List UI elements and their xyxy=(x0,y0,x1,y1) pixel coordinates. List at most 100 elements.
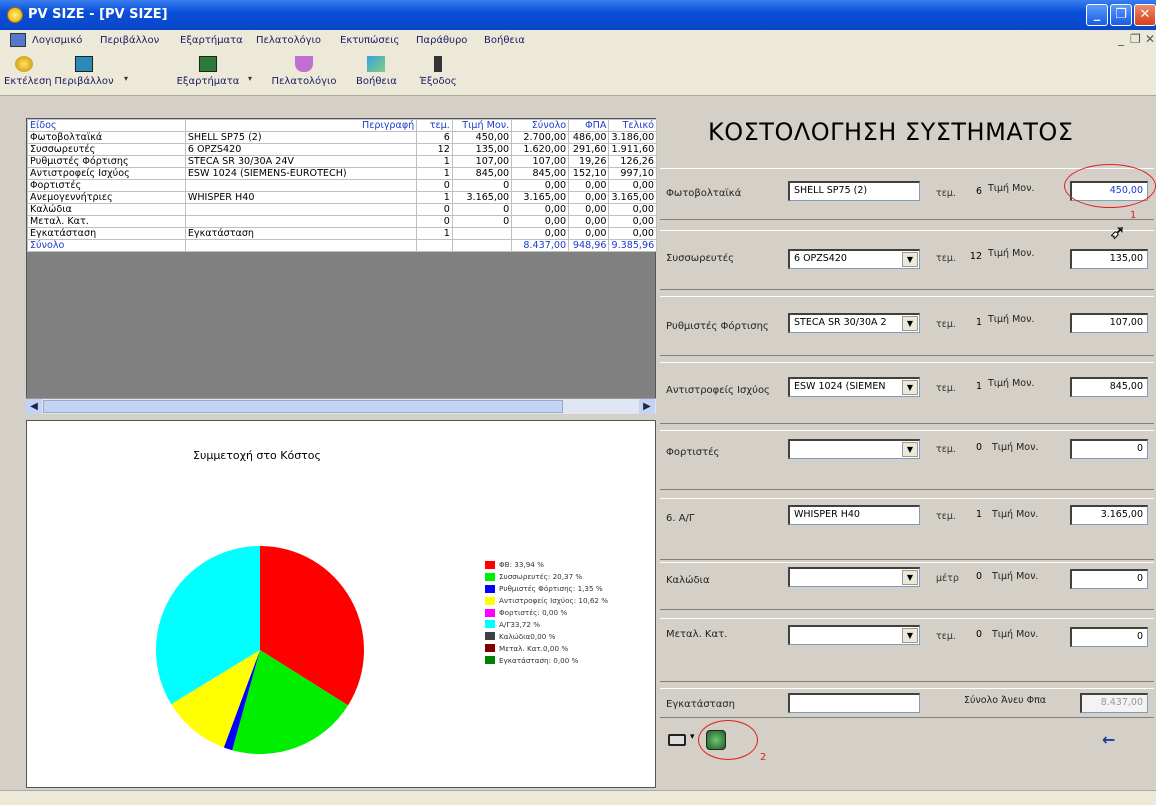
menu-parts[interactable]: Εξαρτήματα xyxy=(180,35,243,46)
pv-qty[interactable]: 6 xyxy=(960,186,982,197)
clients-button[interactable]: Πελατολόγιο xyxy=(268,56,340,87)
table-row[interactable]: Μεταλ. Κατ. 0 0 0,00 0,00 0,00 xyxy=(27,215,657,228)
chevron-down-icon[interactable]: ▾ xyxy=(690,732,695,742)
regulators-model-value: STECA SR 30/30A 2 xyxy=(794,317,887,328)
parts-label: Εξαρτήματα xyxy=(176,76,240,87)
maximize-icon[interactable]: ❐ xyxy=(1110,4,1132,26)
scroll-right-icon[interactable]: ▶ xyxy=(639,399,655,414)
chevron-down-icon[interactable]: ▼ xyxy=(902,628,918,643)
total-no-vat-field: 8.437,00 xyxy=(1080,693,1148,713)
inverters-price-field[interactable]: 845,00 xyxy=(1070,377,1148,397)
wind-model-field[interactable]: WHISPER H40 xyxy=(788,505,920,525)
menu-environment[interactable]: Περιβάλλον xyxy=(100,35,159,46)
batteries-qty[interactable]: 12 xyxy=(960,251,982,262)
mdi-restore-icon[interactable]: ❐ xyxy=(1130,32,1141,46)
batteries-label: Συσσωρευτές xyxy=(666,253,734,264)
cables-qty[interactable]: 0 xyxy=(960,571,982,582)
help-button[interactable]: Βοήθεια xyxy=(356,56,397,87)
environment-button[interactable]: Περιβάλλον ▾ xyxy=(52,56,128,87)
table-row[interactable]: Φορτιστές 0 0 0,00 0,00 0,00 xyxy=(27,179,657,192)
menu-help[interactable]: Βοήθεια xyxy=(484,35,525,46)
legend-label: Αντιστροφείς Ισχύος: 10,62 % xyxy=(499,596,609,606)
horizontal-scrollbar[interactable]: ◀ ▶ xyxy=(26,398,656,414)
table-row[interactable]: Ρυθμιστές Φόρτισης STECA SR 30/30A 24V 1 10… xyxy=(27,155,657,168)
legend-swatch xyxy=(485,608,495,617)
printer-icon[interactable] xyxy=(668,734,686,746)
menu-window[interactable]: Παράθυρο xyxy=(416,35,467,46)
parts-button[interactable]: Εξαρτήματα ▾ xyxy=(176,56,252,87)
menu-clients[interactable]: Πελατολόγιο xyxy=(256,35,321,46)
inverters-qty[interactable]: 1 xyxy=(960,381,982,392)
metal-price-field[interactable]: 0 xyxy=(1070,627,1148,647)
grid-header[interactable]: Σύνολο xyxy=(511,119,570,132)
legend-label: Συσσωρευτές: 20,37 % xyxy=(499,572,583,582)
close-icon[interactable]: ✕ xyxy=(1134,4,1156,26)
grid-cell: 0,00 xyxy=(568,227,610,240)
metal-qty[interactable]: 0 xyxy=(960,629,982,640)
toolbar: Εκτέλεση Περιβάλλον ▾ Εξαρτήματα ▾ Πελατ… xyxy=(0,52,1156,96)
chevron-down-icon[interactable]: ▾ xyxy=(124,74,128,83)
grid-cell: STECA SR 30/30A 24V xyxy=(184,155,418,168)
grid-header[interactable]: Τιμή Μον. xyxy=(451,119,513,132)
cables-price-field[interactable]: 0 xyxy=(1070,569,1148,589)
run-button[interactable]: Εκτέλεση xyxy=(4,56,52,87)
cables-model-combo[interactable]: ▼ xyxy=(788,567,920,587)
window-title: PV SIZE - [PV SIZE] xyxy=(28,7,168,22)
mdi-minimize-icon[interactable]: _ xyxy=(1118,32,1124,46)
pv-model-field[interactable]: SHELL SP75 (2) xyxy=(788,181,920,201)
grid-header[interactable]: Είδος xyxy=(27,119,186,132)
chargers-unit: τεμ. xyxy=(936,444,956,455)
cost-share-chart: Συμμετοχή στο Κόστος ΦΒ: 33,94 % Συσσωρευ… xyxy=(26,420,656,788)
grid-header[interactable]: Περιγραφή xyxy=(184,119,418,132)
grid-cell: 0,00 xyxy=(608,179,657,192)
grid-header[interactable]: ΦΠΑ xyxy=(568,119,610,132)
regulators-model-combo[interactable]: STECA SR 30/30A 2 ▼ xyxy=(788,313,920,333)
batteries-price-label: Τιμή Μον. xyxy=(988,248,1035,259)
batteries-price-field[interactable]: 135,00 xyxy=(1070,249,1148,269)
chevron-down-icon[interactable]: ▼ xyxy=(902,380,918,395)
grid-cell: 1 xyxy=(416,155,453,168)
scroll-thumb[interactable] xyxy=(43,400,563,413)
install-field[interactable] xyxy=(788,693,920,713)
chevron-down-icon[interactable]: ▾ xyxy=(248,74,252,83)
grid-header[interactable]: τεμ. xyxy=(416,119,453,132)
chevron-down-icon[interactable]: ▼ xyxy=(902,570,918,585)
chargers-model-combo[interactable]: ▼ xyxy=(788,439,920,459)
grid-cell: 0 xyxy=(416,215,453,228)
exit-button[interactable]: Έξοδος xyxy=(418,56,458,87)
chevron-down-icon[interactable]: ▼ xyxy=(902,252,918,267)
chargers-qty[interactable]: 0 xyxy=(960,442,982,453)
chargers-price-field[interactable]: 0 xyxy=(1070,439,1148,459)
table-row[interactable]: Καλώδια 0 0 0,00 0,00 0,00 xyxy=(27,203,657,216)
grid-cell: 0,00 xyxy=(511,179,570,192)
total-row[interactable]: Σύνολο 8.437,00 948,96 9.385,96 xyxy=(27,239,657,252)
chevron-down-icon[interactable]: ▼ xyxy=(902,316,918,331)
back-arrow-icon[interactable]: ← xyxy=(1102,730,1115,749)
regulators-qty[interactable]: 1 xyxy=(960,317,982,328)
environment-label: Περιβάλλον xyxy=(54,76,114,87)
menu-prints[interactable]: Εκτυπώσεις xyxy=(340,35,399,46)
menu-software[interactable]: Λογισμικό xyxy=(32,35,82,46)
cables-unit: μέτρ xyxy=(936,573,959,584)
scroll-left-icon[interactable]: ◀ xyxy=(26,399,42,414)
mdi-close-icon[interactable]: ✕ xyxy=(1145,32,1155,46)
legend-item: Εγκατάσταση: 0,00 % xyxy=(485,654,608,666)
inverters-model-combo[interactable]: ESW 1024 (SIEMEN ▼ xyxy=(788,377,920,397)
minimize-icon[interactable]: _ xyxy=(1086,4,1108,26)
batteries-model-combo[interactable]: 6 OPZS420 ▼ xyxy=(788,249,920,269)
table-row[interactable]: Ανεμογεννήτριες WHISPER H40 1 3.165,00 3.165… xyxy=(27,191,657,204)
table-row[interactable]: Αντιστροφείς Ισχύος ESW 1024 (SIEMENS-EUR… xyxy=(27,167,657,180)
table-row[interactable]: Εγκατάσταση Εγκατάσταση 1 0,00 0,00 0,00 xyxy=(27,227,657,240)
grid-header[interactable]: Τελικό xyxy=(608,119,657,132)
grid-cell: 3.165,00 xyxy=(608,191,657,204)
table-row[interactable]: Φωτοβολταϊκά SHELL SP75 (2) 6 450,00 2.700,0… xyxy=(27,131,657,144)
metal-model-combo[interactable]: ▼ xyxy=(788,625,920,645)
wind-qty[interactable]: 1 xyxy=(960,509,982,520)
chevron-down-icon[interactable]: ▼ xyxy=(902,442,918,457)
wind-price-field[interactable]: 3.165,00 xyxy=(1070,505,1148,525)
table-row[interactable]: Συσσωρευτές 6 OPZS420 12 135,00 1.620,00 291,… xyxy=(27,143,657,156)
grid-cell: 948,96 xyxy=(568,239,610,252)
legend-item: Καλώδια0,00 % xyxy=(485,630,608,642)
cost-grid[interactable]: Είδος Περιγραφή τεμ. Τιμή Μον. Σύνολο ΦΠ… xyxy=(26,118,657,414)
regulators-price-field[interactable]: 107,00 xyxy=(1070,313,1148,333)
